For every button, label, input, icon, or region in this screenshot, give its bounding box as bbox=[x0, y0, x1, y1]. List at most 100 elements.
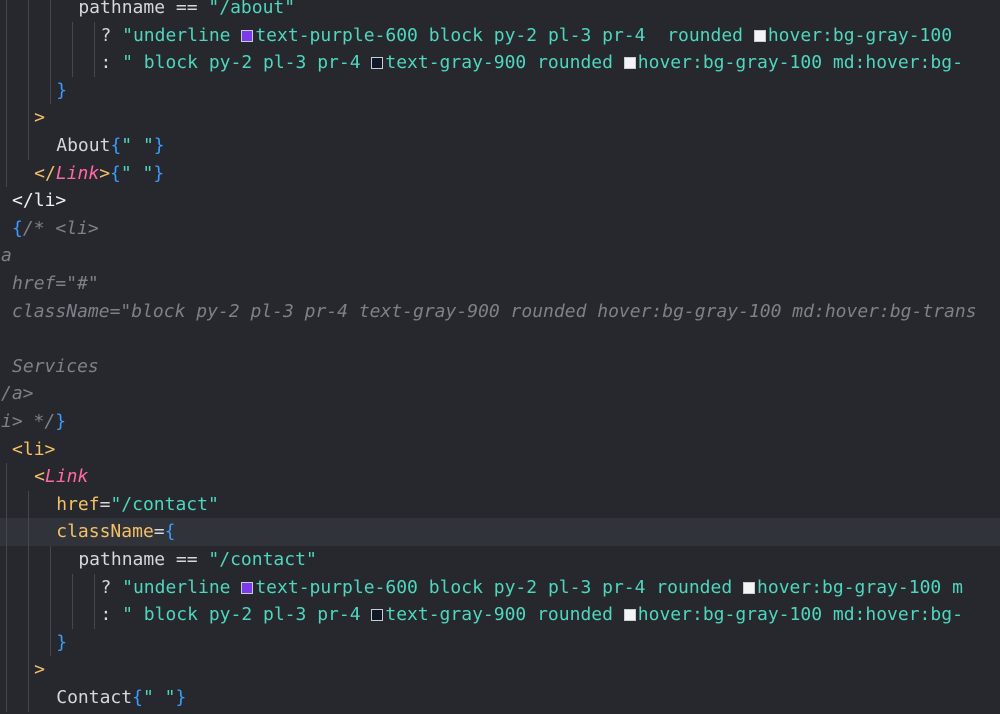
code-token: pathname bbox=[78, 0, 176, 18]
code-content: Contact{" "} bbox=[56, 684, 186, 712]
indent-guide bbox=[28, 490, 30, 519]
code-content: : " block py-2 pl-3 pr-4 text-gray-900 r… bbox=[100, 601, 962, 629]
indent-guide bbox=[5, 656, 7, 684]
color-swatch-icon[interactable] bbox=[371, 57, 384, 70]
code-token: Link bbox=[44, 466, 89, 488]
code-token: "underline bbox=[122, 576, 242, 598]
code-line[interactable]: : " block py-2 pl-3 pr-4 text-gray-900 r… bbox=[0, 601, 1000, 629]
code-token: "underline bbox=[122, 24, 242, 46]
code-line[interactable]: </li> bbox=[0, 187, 1000, 215]
code-content: > bbox=[34, 656, 45, 684]
color-swatch-icon[interactable] bbox=[623, 57, 636, 70]
indent-guide bbox=[5, 0, 7, 22]
code-line[interactable]: /a> bbox=[0, 380, 1000, 408]
code-line[interactable]: > bbox=[0, 104, 1000, 132]
color-swatch-icon[interactable] bbox=[623, 609, 636, 622]
code-line[interactable]: </Link>{" "} bbox=[0, 159, 1000, 188]
indent-guide bbox=[50, 573, 52, 602]
code-line[interactable]: className={ bbox=[0, 518, 1000, 546]
code-token: /* <li> bbox=[22, 217, 99, 239]
indent-guide bbox=[28, 21, 30, 50]
code-token: text-gray-900 rounded bbox=[385, 604, 624, 626]
code-line[interactable]: i> */} bbox=[0, 408, 1000, 436]
indent-guide bbox=[72, 573, 74, 602]
code-line[interactable]: className="block py-2 pl-3 pr-4 text-gra… bbox=[0, 298, 1000, 326]
code-token: " " bbox=[120, 162, 154, 184]
color-swatch-icon[interactable] bbox=[241, 29, 254, 42]
code-token: "/about" bbox=[197, 0, 296, 18]
code-token: className="block py-2 pl-3 pr-4 text-gra… bbox=[12, 300, 977, 322]
code-token: { bbox=[110, 162, 121, 184]
code-line[interactable] bbox=[0, 325, 1000, 353]
code-line[interactable]: <Link bbox=[0, 463, 1000, 491]
code-token: href="#" bbox=[12, 273, 99, 294]
code-token: } bbox=[56, 631, 68, 653]
code-token: hover:bg-gray-100 m bbox=[757, 576, 963, 598]
code-token: " " bbox=[121, 135, 154, 156]
code-line[interactable]: href="/contact" bbox=[0, 490, 1000, 519]
code-line[interactable]: About{" "} bbox=[0, 132, 1000, 160]
indent-guide bbox=[50, 601, 52, 629]
code-line[interactable]: ? "underline text-purple-600 block py-2 … bbox=[0, 573, 1000, 602]
code-token: < bbox=[34, 466, 45, 488]
indent-guide bbox=[5, 463, 7, 491]
code-content: About{" "} bbox=[56, 132, 164, 160]
code-content: </Link>{" "} bbox=[34, 160, 164, 188]
code-line[interactable]: Contact{" "} bbox=[0, 684, 1000, 712]
code-content: <Link bbox=[34, 463, 88, 491]
code-token: > bbox=[55, 190, 67, 212]
code-content: href="/contact" bbox=[56, 491, 219, 519]
code-content: <li> bbox=[12, 436, 55, 464]
code-token: " block py-2 pl-3 pr-4 bbox=[122, 52, 372, 74]
code-token: a bbox=[1, 245, 12, 267]
code-token: ? bbox=[100, 576, 123, 598]
color-swatch-icon[interactable] bbox=[753, 29, 766, 42]
code-token: } bbox=[55, 411, 67, 432]
code-token: > bbox=[34, 659, 45, 681]
code-line[interactable]: } bbox=[0, 628, 1000, 657]
code-token: href bbox=[56, 493, 100, 515]
indent-guide bbox=[50, 628, 52, 657]
code-editor[interactable]: pathname == "/about"? "underline text-pu… bbox=[0, 0, 1000, 714]
code-content: className={ bbox=[56, 518, 175, 546]
code-line[interactable]: <li> bbox=[0, 436, 1000, 464]
code-line[interactable]: {/* <li> bbox=[0, 215, 1000, 243]
indent-guide bbox=[94, 573, 96, 602]
code-token: } bbox=[153, 135, 165, 156]
code-token: text-purple-600 block py-2 pl-3 pr-4 rou… bbox=[255, 576, 744, 598]
code-content: ? "underline text-purple-600 block py-2 … bbox=[100, 574, 962, 602]
color-swatch-icon[interactable] bbox=[241, 581, 254, 594]
indent-guide bbox=[28, 628, 30, 657]
code-line[interactable]: href="#" bbox=[0, 270, 1000, 298]
code-token: : bbox=[100, 604, 123, 626]
code-token: </ bbox=[34, 162, 56, 184]
code-token: { bbox=[12, 217, 23, 239]
code-token: { bbox=[164, 521, 176, 543]
color-swatch-icon[interactable] bbox=[371, 609, 384, 622]
indent-guide bbox=[28, 132, 30, 160]
code-line[interactable]: pathname == "/about" bbox=[0, 0, 1000, 22]
code-content: } bbox=[56, 77, 67, 105]
code-token: = bbox=[153, 521, 165, 543]
indent-guide bbox=[5, 546, 7, 574]
code-line[interactable]: ? "underline text-purple-600 block py-2 … bbox=[0, 21, 1000, 50]
code-token: i> */ bbox=[1, 411, 56, 432]
color-swatch-icon[interactable] bbox=[743, 581, 756, 594]
code-content: </li> bbox=[12, 187, 66, 215]
code-token: > bbox=[99, 162, 111, 184]
indent-guide bbox=[5, 132, 7, 160]
code-line[interactable]: > bbox=[0, 656, 1000, 684]
indent-guide bbox=[5, 21, 7, 50]
indent-guide bbox=[28, 656, 30, 684]
code-token: About bbox=[56, 135, 111, 156]
code-token: text-purple-600 block py-2 pl-3 pr-4 rou… bbox=[255, 24, 754, 46]
code-line[interactable]: pathname == "/contact" bbox=[0, 546, 1000, 574]
indent-guide bbox=[72, 49, 74, 77]
code-line[interactable]: } bbox=[0, 76, 1000, 105]
code-token: = bbox=[99, 493, 111, 515]
code-line[interactable]: a bbox=[0, 242, 1000, 270]
code-token: == bbox=[175, 549, 198, 570]
code-line[interactable]: : " block py-2 pl-3 pr-4 text-gray-900 r… bbox=[0, 49, 1000, 77]
code-line[interactable]: Services bbox=[0, 353, 1000, 381]
indent-guide bbox=[50, 76, 52, 105]
